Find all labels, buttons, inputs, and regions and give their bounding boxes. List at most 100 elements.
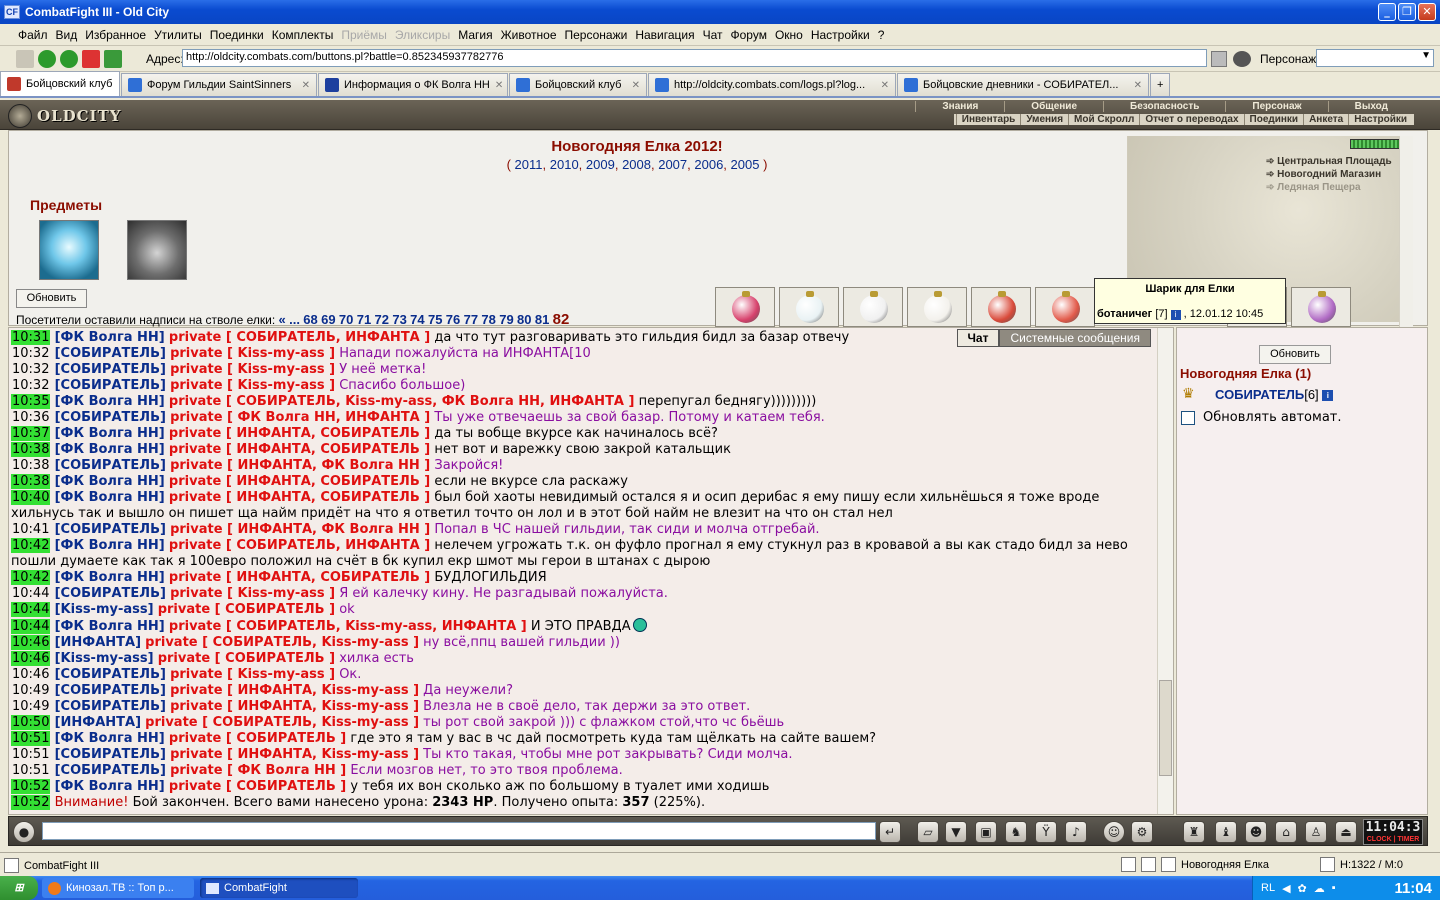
- message-private-recipients[interactable]: private [ Kiss-my-ass ]: [170, 586, 335, 601]
- smiley-icon[interactable]: ☺: [1103, 821, 1125, 843]
- nav-link[interactable]: Мой Скролл: [1068, 114, 1139, 125]
- menu-item[interactable]: ?: [878, 28, 885, 42]
- people-icon[interactable]: ♙: [1305, 821, 1327, 843]
- browser-tab[interactable]: Форум Гильдии SaintSinners ✕: [121, 73, 317, 96]
- menu-item[interactable]: Утилиты: [154, 28, 202, 42]
- page-link[interactable]: 78: [481, 312, 495, 327]
- close-tab-icon[interactable]: ✕: [1134, 80, 1142, 91]
- reload-status-icon[interactable]: [1320, 857, 1335, 872]
- message-sender[interactable]: [СОБИРАТЕЛЬ]: [55, 458, 166, 473]
- item-sack[interactable]: [127, 220, 187, 280]
- year-link[interactable]: 2009: [586, 157, 615, 172]
- ornament-slot[interactable]: [715, 287, 775, 327]
- page-nav-link[interactable]: «: [279, 312, 286, 327]
- refresh-button[interactable]: Обновить: [16, 289, 87, 308]
- chat-tab[interactable]: Системные сообщения: [999, 329, 1151, 347]
- ornament-slot[interactable]: [907, 287, 967, 327]
- message-private-recipients[interactable]: private [ ИНФАНТА, Kiss-my-ass ]: [170, 699, 419, 714]
- message-private-recipients[interactable]: private [ СОБИРАТЕЛЬ ]: [158, 651, 335, 666]
- menu-item[interactable]: Избранное: [85, 28, 146, 42]
- nav-link[interactable]: Персонаж: [1225, 101, 1327, 112]
- page-link[interactable]: 74: [410, 312, 424, 327]
- message-sender[interactable]: [Kiss-my-ass]: [55, 602, 154, 617]
- map-link[interactable]: ➾ Центральная Площадь: [1266, 155, 1392, 168]
- info-icon[interactable]: i: [1322, 390, 1334, 401]
- message-sender[interactable]: [СОБИРАТЕЛЬ]: [55, 586, 166, 601]
- page-nav-link[interactable]: ...: [289, 312, 300, 327]
- year-link[interactable]: 2010: [550, 157, 579, 172]
- pin-icon[interactable]: [16, 49, 34, 68]
- year-link[interactable]: 2005: [731, 157, 760, 172]
- page-link[interactable]: 79: [499, 312, 513, 327]
- send-icon[interactable]: ↵: [879, 821, 901, 843]
- close-tab-icon[interactable]: ✕: [632, 80, 640, 91]
- house-icon[interactable]: ⌂: [1275, 821, 1297, 843]
- message-sender[interactable]: [СОБИРАТЕЛЬ]: [55, 683, 166, 698]
- message-sender[interactable]: [СОБИРАТЕЛЬ]: [55, 699, 166, 714]
- nav-link[interactable]: Анкета: [1303, 114, 1348, 125]
- go-icon[interactable]: [1211, 51, 1227, 67]
- member-name[interactable]: СОБИРАТЕЛЬ: [1215, 387, 1304, 402]
- message-private-recipients[interactable]: private [ СОБИРАТЕЛЬ ]: [169, 731, 346, 746]
- nav-link[interactable]: Инвентарь: [955, 114, 1021, 125]
- message-private-recipients[interactable]: private [ ИНФАНТА, СОБИРАТЕЛЬ ]: [169, 426, 430, 441]
- close-tab-icon[interactable]: ✕: [302, 80, 310, 91]
- chat-scroll-thumb[interactable]: [1159, 680, 1172, 776]
- nav-link[interactable]: Поединки: [1243, 114, 1304, 125]
- chat-scrollbar[interactable]: [1157, 328, 1173, 814]
- info-icon[interactable]: i: [1170, 310, 1181, 320]
- room-refresh-button[interactable]: Обновить: [1259, 345, 1331, 364]
- start-button[interactable]: ⊞: [0, 876, 38, 900]
- map-link-label[interactable]: Центральная Площадь: [1277, 156, 1391, 167]
- page-link[interactable]: 76: [446, 312, 460, 327]
- message-sender[interactable]: [ИНФАНТА]: [55, 715, 141, 730]
- message-private-recipients[interactable]: private [ ИНФАНТА, ФК Волга НН ]: [170, 522, 430, 537]
- menu-item[interactable]: Вид: [56, 28, 78, 42]
- nav-link[interactable]: Отчет о переводах: [1139, 114, 1243, 125]
- message-sender[interactable]: [ИНФАНТА]: [55, 635, 141, 650]
- persona-select[interactable]: ▼: [1316, 49, 1434, 67]
- message-sender[interactable]: [СОБИРАТЕЛЬ]: [55, 747, 166, 762]
- year-link[interactable]: 2008: [622, 157, 651, 172]
- taskbar-item-firefox[interactable]: Кинозал.ТВ :: Топ р...: [42, 878, 194, 898]
- nav-link[interactable]: Настройки: [1348, 114, 1412, 125]
- page-link[interactable]: 81: [535, 312, 549, 327]
- browser-tab[interactable]: Бойцовский клуб: [0, 71, 120, 96]
- nav-link[interactable]: Умения: [1020, 114, 1068, 125]
- menu-item[interactable]: Окно: [775, 28, 803, 42]
- page-link[interactable]: 75: [428, 312, 442, 327]
- message-private-recipients[interactable]: private [ СОБИРАТЕЛЬ, ИНФАНТА ]: [169, 538, 430, 553]
- lang-indicator[interactable]: RL: [1261, 882, 1275, 894]
- menu-item[interactable]: Файл: [18, 28, 48, 42]
- message-private-recipients[interactable]: private [ ИНФАНТА, Kiss-my-ass ]: [170, 747, 419, 762]
- address-input[interactable]: http://oldcity.combats.com/buttons.pl?ba…: [182, 49, 1207, 67]
- menu-item[interactable]: Форум: [731, 28, 767, 42]
- message-private-recipients[interactable]: private [ СОБИРАТЕЛЬ, Kiss-my-ass, ФК Во…: [169, 394, 635, 409]
- page-link[interactable]: 68: [303, 312, 317, 327]
- menu-item[interactable]: Навигация: [635, 28, 694, 42]
- message-sender[interactable]: [ФК Волга НН]: [55, 619, 165, 634]
- ornament-slot[interactable]: [971, 287, 1031, 327]
- page-link[interactable]: 73: [392, 312, 406, 327]
- message-private-recipients[interactable]: private [ Kiss-my-ass ]: [170, 362, 335, 377]
- back-tray-icon[interactable]: ◀: [1282, 882, 1290, 895]
- taskbar-item-combatfight[interactable]: CombatFight: [200, 878, 358, 898]
- refresh-icon[interactable]: [104, 49, 122, 68]
- message-private-recipients[interactable]: private [ СОБИРАТЕЛЬ ]: [169, 779, 346, 794]
- back-icon[interactable]: [38, 49, 56, 68]
- map-link[interactable]: ➾ Ледяная Пещера: [1266, 181, 1392, 194]
- message-sender[interactable]: [ФК Волга НН]: [55, 474, 165, 489]
- nav-link[interactable]: Выход: [1327, 101, 1414, 112]
- message-sender[interactable]: [ФК Волга НН]: [55, 779, 165, 794]
- game-logo[interactable]: OLDCITY: [8, 104, 121, 128]
- close-tab-icon[interactable]: ✕: [881, 80, 889, 91]
- message-sender[interactable]: [СОБИРАТЕЛЬ]: [55, 410, 166, 425]
- message-sender[interactable]: [СОБИРАТЕЛЬ]: [55, 378, 166, 393]
- menu-item[interactable]: Животное: [501, 28, 557, 42]
- ornament-slot[interactable]: [1291, 287, 1351, 327]
- message-private-recipients[interactable]: private [ Kiss-my-ass ]: [170, 667, 335, 682]
- monitor-icon[interactable]: ▪: [1332, 882, 1336, 894]
- fighter-icon[interactable]: ♞: [1005, 821, 1027, 843]
- message-private-recipients[interactable]: private [ ИНФАНТА, СОБИРАТЕЛЬ ]: [169, 474, 430, 489]
- maximize-button[interactable]: ❐: [1398, 3, 1416, 21]
